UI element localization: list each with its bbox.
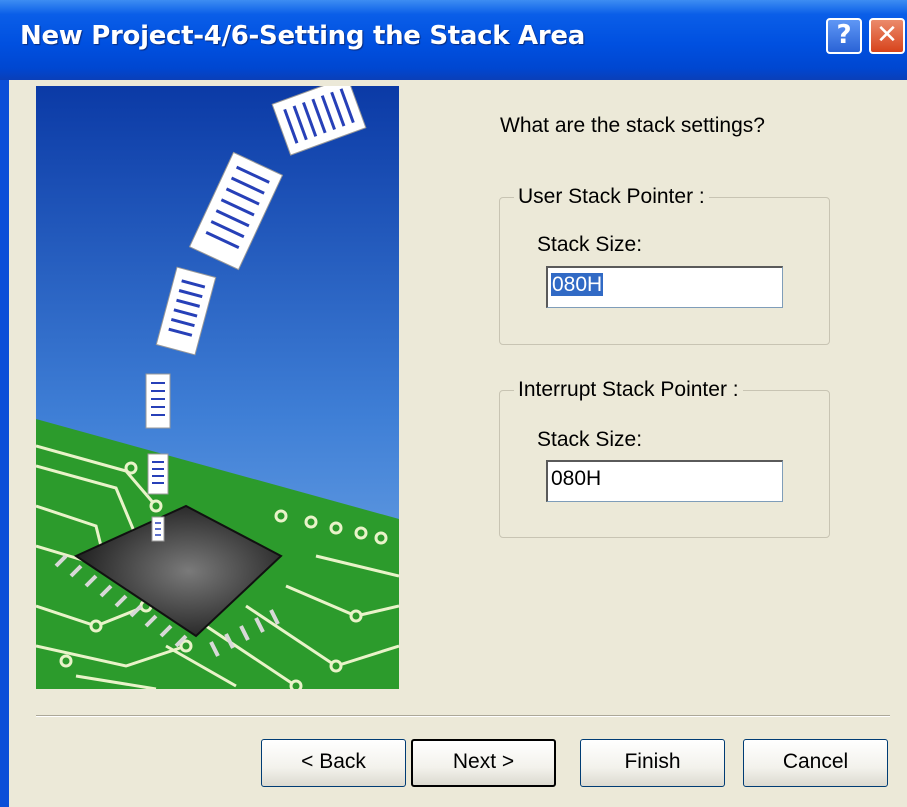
dialog-window: New Project-4/6-Setting the Stack Area ?… [0, 0, 907, 807]
cancel-button[interactable]: Cancel [743, 739, 888, 787]
next-button[interactable]: Next > [411, 739, 556, 787]
window-border [0, 80, 9, 807]
interrupt-stack-pointer-group: Interrupt Stack Pointer : [499, 378, 830, 538]
interrupt-stack-size-input[interactable]: 080H [546, 460, 783, 502]
button-separator [36, 715, 890, 717]
back-button[interactable]: < Back [261, 739, 406, 787]
user-stack-size-label: Stack Size: [537, 233, 643, 256]
close-button[interactable]: ✕ [869, 18, 905, 54]
wizard-illustration [36, 86, 399, 689]
user-stack-pointer-group: User Stack Pointer : [499, 185, 830, 345]
finish-button[interactable]: Finish [580, 739, 725, 787]
user-stack-pointer-legend: User Stack Pointer : [518, 185, 705, 208]
interrupt-stack-size-label: Stack Size: [537, 428, 643, 451]
help-icon: ? [836, 20, 852, 50]
stack-settings-prompt: What are the stack settings? [500, 114, 765, 137]
help-button[interactable]: ? [826, 18, 862, 54]
interrupt-stack-size-value: 080H [551, 467, 602, 490]
user-stack-size-input[interactable]: 080H [546, 266, 783, 308]
close-icon: ✕ [876, 20, 898, 50]
interrupt-stack-pointer-legend: Interrupt Stack Pointer : [518, 378, 739, 401]
user-stack-size-value: 080H [551, 273, 604, 296]
title-bar[interactable]: New Project-4/6-Setting the Stack Area ?… [0, 0, 907, 80]
window-title: New Project-4/6-Setting the Stack Area [20, 21, 585, 51]
